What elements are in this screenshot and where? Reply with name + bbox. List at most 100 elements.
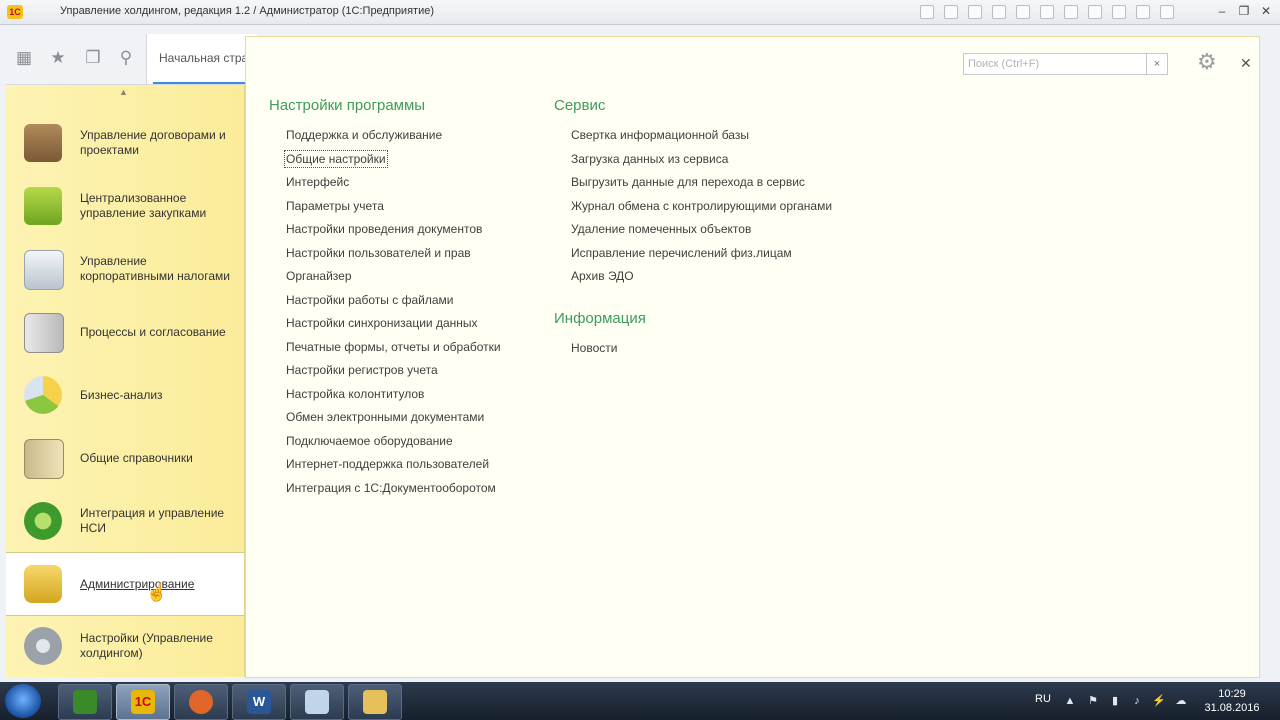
sidebar-item-taxes[interactable]: Управление корпоративными налогами (6, 238, 244, 300)
documents-icon (24, 250, 64, 290)
info-icon[interactable] (1136, 5, 1150, 19)
notes-icon[interactable] (1064, 5, 1078, 19)
book-icon (24, 439, 64, 479)
windows-start-icon[interactable] (5, 684, 41, 718)
link-db-collapse[interactable]: Свертка информационной базы (571, 128, 749, 142)
link-edi[interactable]: Обмен электронными документами (286, 410, 484, 424)
restore-button[interactable]: ❐ (1234, 3, 1254, 19)
link-users-rights[interactable]: Настройки пользователей и прав (286, 246, 471, 260)
star-icon[interactable]: ★ (46, 46, 70, 70)
section-title-info: Информация (554, 310, 646, 327)
sidebar-item-integration[interactable]: Интеграция и управление НСИ (6, 490, 244, 552)
sidebar-item-settings[interactable]: Настройки (Управление холдингом) (6, 615, 244, 677)
tray-expand-icon[interactable]: ▲ (1063, 694, 1077, 708)
link-general-settings[interactable]: Общие настройки (284, 150, 388, 168)
briefcase-icon (24, 124, 62, 162)
sidebar-item-procurement[interactable]: Централизованное управление закупками (6, 175, 244, 237)
signal-icon[interactable]: ▮ (1108, 694, 1122, 708)
link-fix-transfers[interactable]: Исправление перечислений физ.лицам (571, 246, 792, 260)
history-icon[interactable]: ❐ (81, 46, 105, 70)
zoom-icon[interactable] (1088, 5, 1102, 19)
link-online-support[interactable]: Интернет-поддержка пользователей (286, 457, 489, 471)
language-indicator[interactable]: RU (1035, 693, 1051, 705)
sidebar-item-references[interactable]: Общие справочники (6, 427, 244, 489)
link-accounting-params[interactable]: Параметры учета (286, 199, 384, 213)
hand-cursor-icon: ☝ (146, 583, 168, 602)
link-icon[interactable] (992, 5, 1006, 19)
close-window-button[interactable]: ✕ (1256, 3, 1276, 19)
1c-app-icon: 1С (131, 690, 155, 714)
sidebar-item-analytics[interactable]: Бизнес-анализ (6, 364, 244, 426)
link-news[interactable]: Новости (571, 341, 617, 355)
link-posting-settings[interactable]: Настройки проведения документов (286, 222, 482, 236)
link-interface[interactable]: Интерфейс (286, 175, 349, 189)
tab-home[interactable]: Начальная стра (146, 34, 257, 84)
sidebar-item-label: Администрирование (80, 576, 195, 591)
section-title-service: Сервис (554, 97, 606, 114)
minimize-button[interactable]: – (1212, 3, 1232, 19)
taskbar-app-word[interactable]: W (232, 684, 286, 720)
1c-logo-icon[interactable]: 1С (7, 5, 23, 19)
cloud-drive-icon[interactable]: ☁ (1174, 694, 1188, 708)
search-input[interactable] (964, 54, 1148, 74)
search-clear-button[interactable]: × (1146, 54, 1167, 74)
link-export-to-service[interactable]: Выгрузить данные для перехода в сервис (571, 175, 805, 189)
close-panel-button[interactable]: ✕ (1240, 55, 1252, 72)
link-equipment[interactable]: Подключаемое оборудование (286, 434, 453, 448)
taskbar-app-firefox[interactable] (174, 684, 228, 720)
calendar-icon[interactable] (1040, 5, 1054, 19)
menu-icon[interactable] (1160, 5, 1174, 19)
link-file-settings[interactable]: Настройки работы с файлами (286, 293, 453, 307)
sidebar-item-label: Общие справочники (80, 450, 193, 465)
volume-icon[interactable]: ♪ (1130, 694, 1144, 708)
network-error-icon[interactable]: ⚑ (1086, 694, 1100, 708)
taskbar-app-paint[interactable] (290, 684, 344, 720)
sidebar-item-administration[interactable]: Администрирование (6, 552, 244, 616)
pie-chart-icon (24, 376, 62, 414)
taskbar-app-1c[interactable]: 1С (116, 684, 170, 720)
sidebar-item-label: Централизованное управление закупками (80, 191, 207, 220)
section-title-settings: Настройки программы (269, 97, 426, 114)
scroll-up-icon[interactable]: ▲ (119, 87, 128, 97)
title-bar: 1С Управление холдингом, редакция 1.2 / … (0, 0, 1280, 25)
search-icon[interactable]: ⚲ (114, 46, 138, 70)
sync-icon (24, 502, 62, 540)
firefox-icon (189, 690, 213, 714)
sidebar-item-label: Управление корпоративными налогами (80, 254, 230, 283)
section-panel: × ⚙ ✕ Настройки программы Поддержка и об… (245, 36, 1260, 678)
sidebar-item-contracts[interactable]: Управление договорами и проектами (6, 112, 244, 174)
gift-box-icon (24, 187, 62, 225)
link-registers[interactable]: Настройки регистров учета (286, 363, 438, 377)
link-exchange-journal[interactable]: Журнал обмена с контролирующими органами (571, 199, 832, 213)
link-edo-archive[interactable]: Архив ЭДО (571, 269, 634, 283)
memory-icon[interactable] (1112, 5, 1126, 19)
tree-app-icon (73, 690, 97, 714)
sidebar-item-label: Бизнес-анализ (80, 387, 163, 402)
sidebar-item-processes[interactable]: Процессы и согласование (6, 301, 244, 363)
sidebar-item-label: Процессы и согласование (80, 324, 226, 339)
calculator-icon[interactable] (1016, 5, 1030, 19)
link-headers-footers[interactable]: Настройка колонтитулов (286, 387, 424, 401)
system-clock[interactable]: 10:29 31.08.2016 (1196, 687, 1268, 715)
taskbar-app[interactable] (58, 684, 112, 720)
link-print-forms[interactable]: Печатные формы, отчеты и обработки (286, 340, 501, 354)
link-support[interactable]: Поддержка и обслуживание (286, 128, 442, 142)
power-icon[interactable]: ⚡ (1152, 694, 1166, 708)
link-load-from-service[interactable]: Загрузка данных из сервиса (571, 152, 728, 166)
save-icon[interactable] (920, 5, 934, 19)
taskbar-app-explorer[interactable] (348, 684, 402, 720)
tab-home-label: Начальная стра (159, 51, 249, 65)
apps-grid-icon[interactable]: ▦ (12, 46, 36, 70)
sidebar-item-label: Интеграция и управление НСИ (80, 506, 225, 535)
link-data-sync[interactable]: Настройки синхронизации данных (286, 316, 478, 330)
link-delete-marked[interactable]: Удаление помеченных объектов (571, 222, 751, 236)
bookmark-icon[interactable] (968, 5, 982, 19)
clock-time: 10:29 (1218, 688, 1246, 700)
folder-icon (363, 690, 387, 714)
gear-icon[interactable]: ⚙ (1197, 51, 1217, 73)
word-icon: W (247, 690, 271, 714)
print-icon[interactable] (944, 5, 958, 19)
link-organizer[interactable]: Органайзер (286, 269, 352, 283)
link-docflow-integration[interactable]: Интеграция с 1С:Документооборотом (286, 481, 496, 495)
application-window: 1С Управление холдингом, редакция 1.2 / … (0, 0, 1280, 682)
